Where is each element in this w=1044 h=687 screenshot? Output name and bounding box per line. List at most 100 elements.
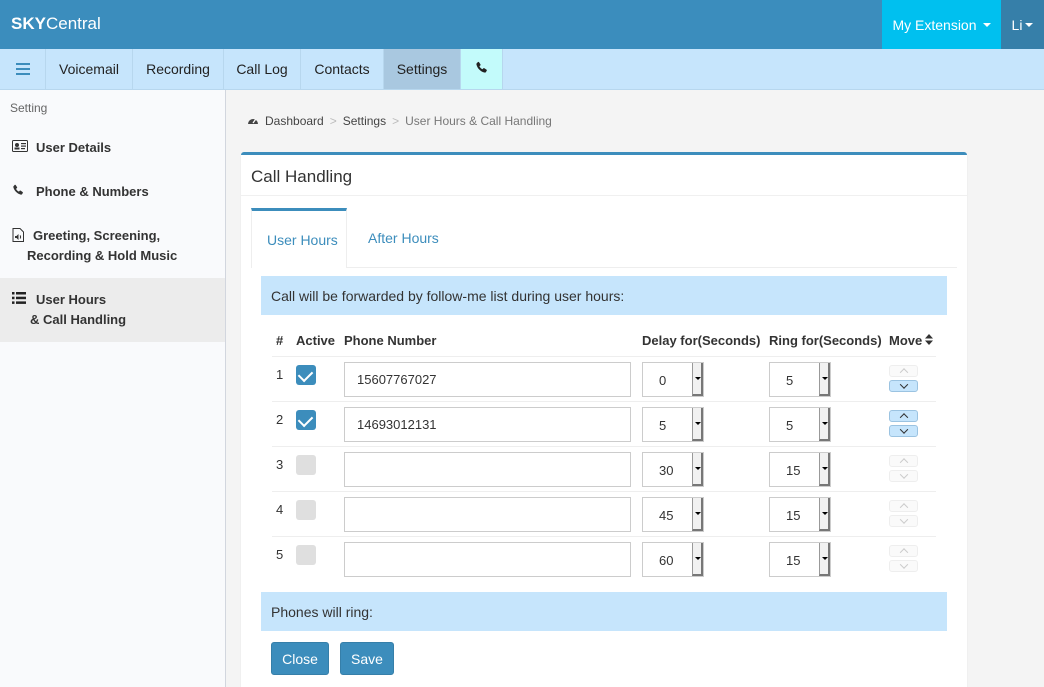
sidebar-item-label: Greeting, Screening, bbox=[33, 228, 161, 243]
ring-select[interactable]: 5 bbox=[769, 362, 831, 397]
delay-value: 60 bbox=[659, 553, 674, 568]
col-delay-header: Delay for(Seconds) bbox=[642, 333, 761, 348]
tab-settings[interactable]: Settings bbox=[384, 49, 461, 89]
tab-recording[interactable]: Recording bbox=[133, 49, 224, 89]
sidebar-heading: Setting bbox=[10, 101, 48, 115]
dropdown-arrow-icon bbox=[819, 498, 830, 531]
sidebar-item-greeting[interactable]: Greeting, Screening, Recording & Hold Mu… bbox=[0, 226, 225, 270]
caret-down-icon bbox=[982, 22, 991, 27]
move-up-button[interactable] bbox=[889, 455, 918, 467]
hamburger-menu-icon[interactable] bbox=[0, 49, 46, 89]
id-card-icon bbox=[12, 140, 30, 154]
phone-number-input[interactable] bbox=[344, 497, 631, 532]
active-checkbox[interactable] bbox=[296, 500, 316, 520]
active-checkbox[interactable] bbox=[296, 365, 316, 385]
move-up-button[interactable] bbox=[889, 500, 918, 512]
sidebar-item-label-2: & Call Handling bbox=[30, 312, 127, 327]
phone-number-input[interactable] bbox=[344, 452, 631, 487]
move-down-button[interactable] bbox=[889, 560, 918, 572]
phone-icon bbox=[475, 61, 488, 77]
sidebar-item-user-hours[interactable]: User Hours & Call Handling bbox=[0, 278, 225, 342]
panel-divider bbox=[241, 195, 967, 196]
tab-user-hours[interactable]: User Hours bbox=[251, 208, 347, 268]
delay-value: 30 bbox=[659, 463, 674, 478]
audio-file-icon bbox=[12, 228, 30, 242]
col-move-header[interactable]: Move bbox=[889, 333, 934, 348]
dialer-tab[interactable] bbox=[461, 49, 503, 89]
chevron-down-icon bbox=[899, 380, 908, 389]
delay-select[interactable]: 45 bbox=[642, 497, 704, 532]
active-checkbox[interactable] bbox=[296, 410, 316, 430]
phone-number-input[interactable] bbox=[344, 407, 631, 442]
delay-value: 45 bbox=[659, 508, 674, 523]
hours-tabs: User Hours After Hours bbox=[251, 206, 957, 268]
tab-call-log[interactable]: Call Log bbox=[224, 49, 301, 89]
table-row: 5 60 15 bbox=[272, 536, 936, 581]
save-button[interactable]: Save bbox=[340, 642, 394, 675]
ring-value: 5 bbox=[786, 418, 794, 433]
move-down-button[interactable] bbox=[889, 425, 918, 437]
active-checkbox[interactable] bbox=[296, 545, 316, 565]
move-up-button[interactable] bbox=[889, 545, 918, 557]
chevron-up-icon bbox=[899, 413, 908, 422]
ring-value: 5 bbox=[786, 373, 794, 388]
ring-select[interactable]: 15 bbox=[769, 452, 831, 487]
ring-value: 15 bbox=[786, 553, 801, 568]
move-down-button[interactable] bbox=[889, 515, 918, 527]
list-icon bbox=[12, 292, 30, 306]
table-row: 1 0 5 bbox=[272, 356, 936, 401]
sort-icon bbox=[925, 333, 934, 348]
delay-select[interactable]: 60 bbox=[642, 542, 704, 577]
row-number: 5 bbox=[276, 547, 284, 562]
tab-contacts[interactable]: Contacts bbox=[301, 49, 384, 89]
app-logo[interactable]: SKYCentral bbox=[11, 14, 101, 34]
my-extension-dropdown[interactable]: My Extension bbox=[882, 0, 1001, 49]
delay-select[interactable]: 5 bbox=[642, 407, 704, 442]
ring-select[interactable]: 15 bbox=[769, 497, 831, 532]
dropdown-arrow-icon bbox=[819, 363, 830, 396]
my-extension-label: My Extension bbox=[892, 16, 977, 33]
breadcrumb-dashboard-link[interactable]: Dashboard bbox=[265, 114, 324, 128]
chevron-down-icon bbox=[899, 560, 908, 569]
phone-number-input[interactable] bbox=[344, 362, 631, 397]
delay-value: 5 bbox=[659, 418, 667, 433]
chevron-up-icon bbox=[899, 503, 908, 512]
module-tabbar: Voicemail Recording Call Log Contacts Se… bbox=[0, 49, 1044, 90]
sidebar-item-label-2: Recording & Hold Music bbox=[27, 248, 178, 263]
move-up-button[interactable] bbox=[889, 365, 918, 377]
delay-select[interactable]: 0 bbox=[642, 362, 704, 397]
user-name: Li bbox=[1011, 16, 1023, 33]
sidebar-item-user-details[interactable]: User Details bbox=[0, 138, 225, 160]
chevron-down-icon bbox=[899, 470, 908, 479]
chevron-up-icon bbox=[899, 368, 908, 377]
breadcrumb-settings-link[interactable]: Settings bbox=[343, 114, 386, 128]
phone-number-input[interactable] bbox=[344, 542, 631, 577]
settings-sidebar: Setting User Details Phone & Numbers Gre… bbox=[0, 90, 226, 687]
table-row: 4 45 15 bbox=[272, 491, 936, 536]
dropdown-arrow-icon bbox=[692, 453, 703, 486]
tab-voicemail[interactable]: Voicemail bbox=[46, 49, 133, 89]
move-down-button[interactable] bbox=[889, 470, 918, 482]
panel-title: Call Handling bbox=[251, 167, 353, 186]
move-down-button[interactable] bbox=[889, 380, 918, 392]
dropdown-arrow-icon bbox=[692, 498, 703, 531]
delay-value: 0 bbox=[659, 373, 667, 388]
chevron-up-icon bbox=[899, 548, 908, 557]
row-number: 1 bbox=[276, 367, 284, 382]
tab-after-hours[interactable]: After Hours bbox=[368, 208, 458, 268]
caret-down-icon bbox=[1025, 22, 1034, 27]
col-ring-header: Ring for(Seconds) bbox=[769, 333, 882, 348]
active-checkbox[interactable] bbox=[296, 455, 316, 475]
user-menu-dropdown[interactable]: Li bbox=[1001, 0, 1044, 49]
delay-select[interactable]: 30 bbox=[642, 452, 704, 487]
dropdown-arrow-icon bbox=[819, 408, 830, 441]
close-button[interactable]: Close bbox=[271, 642, 329, 675]
move-up-button[interactable] bbox=[889, 410, 918, 422]
sidebar-item-phone-numbers[interactable]: Phone & Numbers bbox=[0, 182, 225, 204]
ring-select[interactable]: 5 bbox=[769, 407, 831, 442]
chevron-down-icon bbox=[899, 515, 908, 524]
sidebar-item-label: User Details bbox=[36, 140, 112, 155]
sidebar-item-label: User Hours bbox=[36, 292, 107, 307]
ring-select[interactable]: 15 bbox=[769, 542, 831, 577]
table-row: 2 5 5 bbox=[272, 401, 936, 446]
